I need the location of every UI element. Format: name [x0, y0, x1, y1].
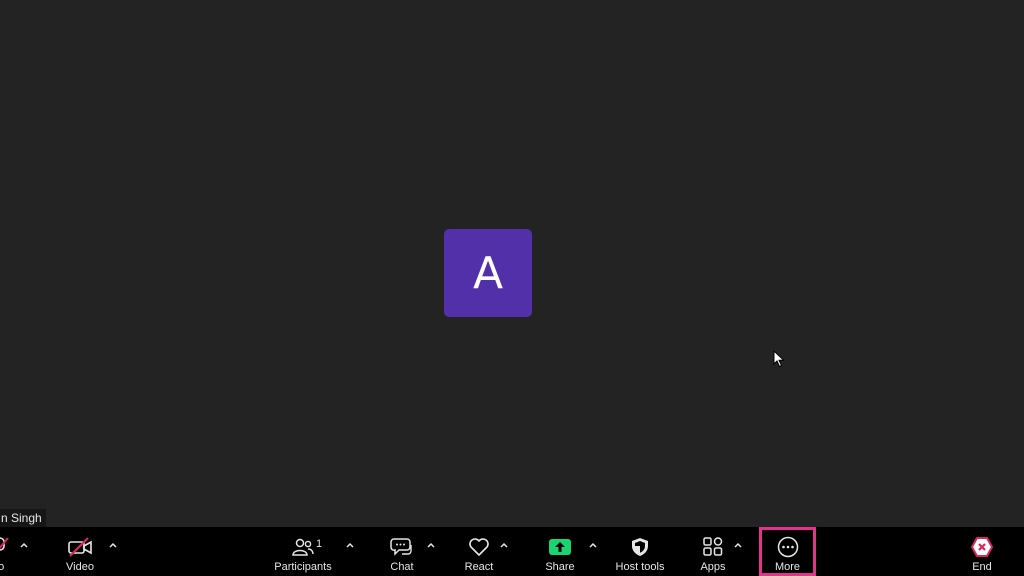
participants-count: 1	[316, 538, 323, 550]
chevron-up-icon	[109, 542, 117, 548]
audio-options-caret[interactable]	[19, 540, 29, 550]
video-options-caret[interactable]	[108, 540, 118, 550]
chat-label: Chat	[390, 561, 414, 573]
chat-options-caret[interactable]	[426, 540, 436, 550]
end-meeting-button[interactable]: End	[964, 527, 1000, 576]
shield-icon	[632, 538, 648, 556]
participant-avatar: A	[444, 229, 532, 317]
apps-grid-icon	[703, 537, 723, 556]
heart-icon	[469, 538, 489, 556]
audio-button[interactable]: io	[0, 527, 14, 576]
apps-label: Apps	[700, 561, 726, 573]
chevron-up-icon	[346, 542, 354, 548]
react-options-caret[interactable]	[499, 540, 509, 550]
chevron-up-icon	[427, 542, 435, 548]
host-tools-button[interactable]: Host tools	[612, 527, 668, 576]
video-button[interactable]: Video	[58, 527, 102, 576]
chevron-up-icon	[734, 542, 742, 548]
end-label: End	[972, 561, 992, 573]
chevron-up-icon	[589, 542, 597, 548]
avatar-initial: A	[472, 247, 504, 299]
participants-label: Participants	[274, 561, 332, 573]
chat-bubbles-icon	[390, 538, 412, 556]
participants-button[interactable]: Participants	[272, 527, 334, 576]
share-options-caret[interactable]	[588, 540, 598, 550]
share-screen-icon	[549, 539, 571, 555]
meeting-toolbar: io Video Partic	[0, 527, 1024, 576]
video-camera-off-icon	[68, 537, 92, 557]
mouse-pointer-icon	[773, 350, 785, 368]
end-meeting-icon	[971, 537, 993, 557]
more-button[interactable]: More	[759, 527, 816, 576]
chevron-up-icon	[20, 542, 28, 548]
share-label: Share	[545, 561, 575, 573]
share-screen-button[interactable]: Share	[540, 527, 580, 576]
react-label: React	[464, 561, 494, 573]
chevron-up-icon	[500, 542, 508, 548]
apps-options-caret[interactable]	[733, 540, 743, 550]
video-stage: A n Singh	[0, 0, 1024, 527]
chat-button[interactable]: Chat	[384, 527, 420, 576]
participants-options-caret[interactable]	[345, 540, 355, 550]
microphone-muted-icon	[0, 537, 9, 551]
react-button[interactable]: React	[460, 527, 498, 576]
host-tools-label: Host tools	[615, 561, 665, 573]
participant-name-tag: n Singh	[0, 509, 46, 527]
apps-button[interactable]: Apps	[694, 527, 732, 576]
people-icon	[292, 538, 314, 556]
more-ellipsis-icon	[777, 536, 798, 558]
video-label: Video	[66, 561, 94, 573]
audio-label: io	[0, 561, 5, 573]
more-label: More	[774, 561, 801, 573]
